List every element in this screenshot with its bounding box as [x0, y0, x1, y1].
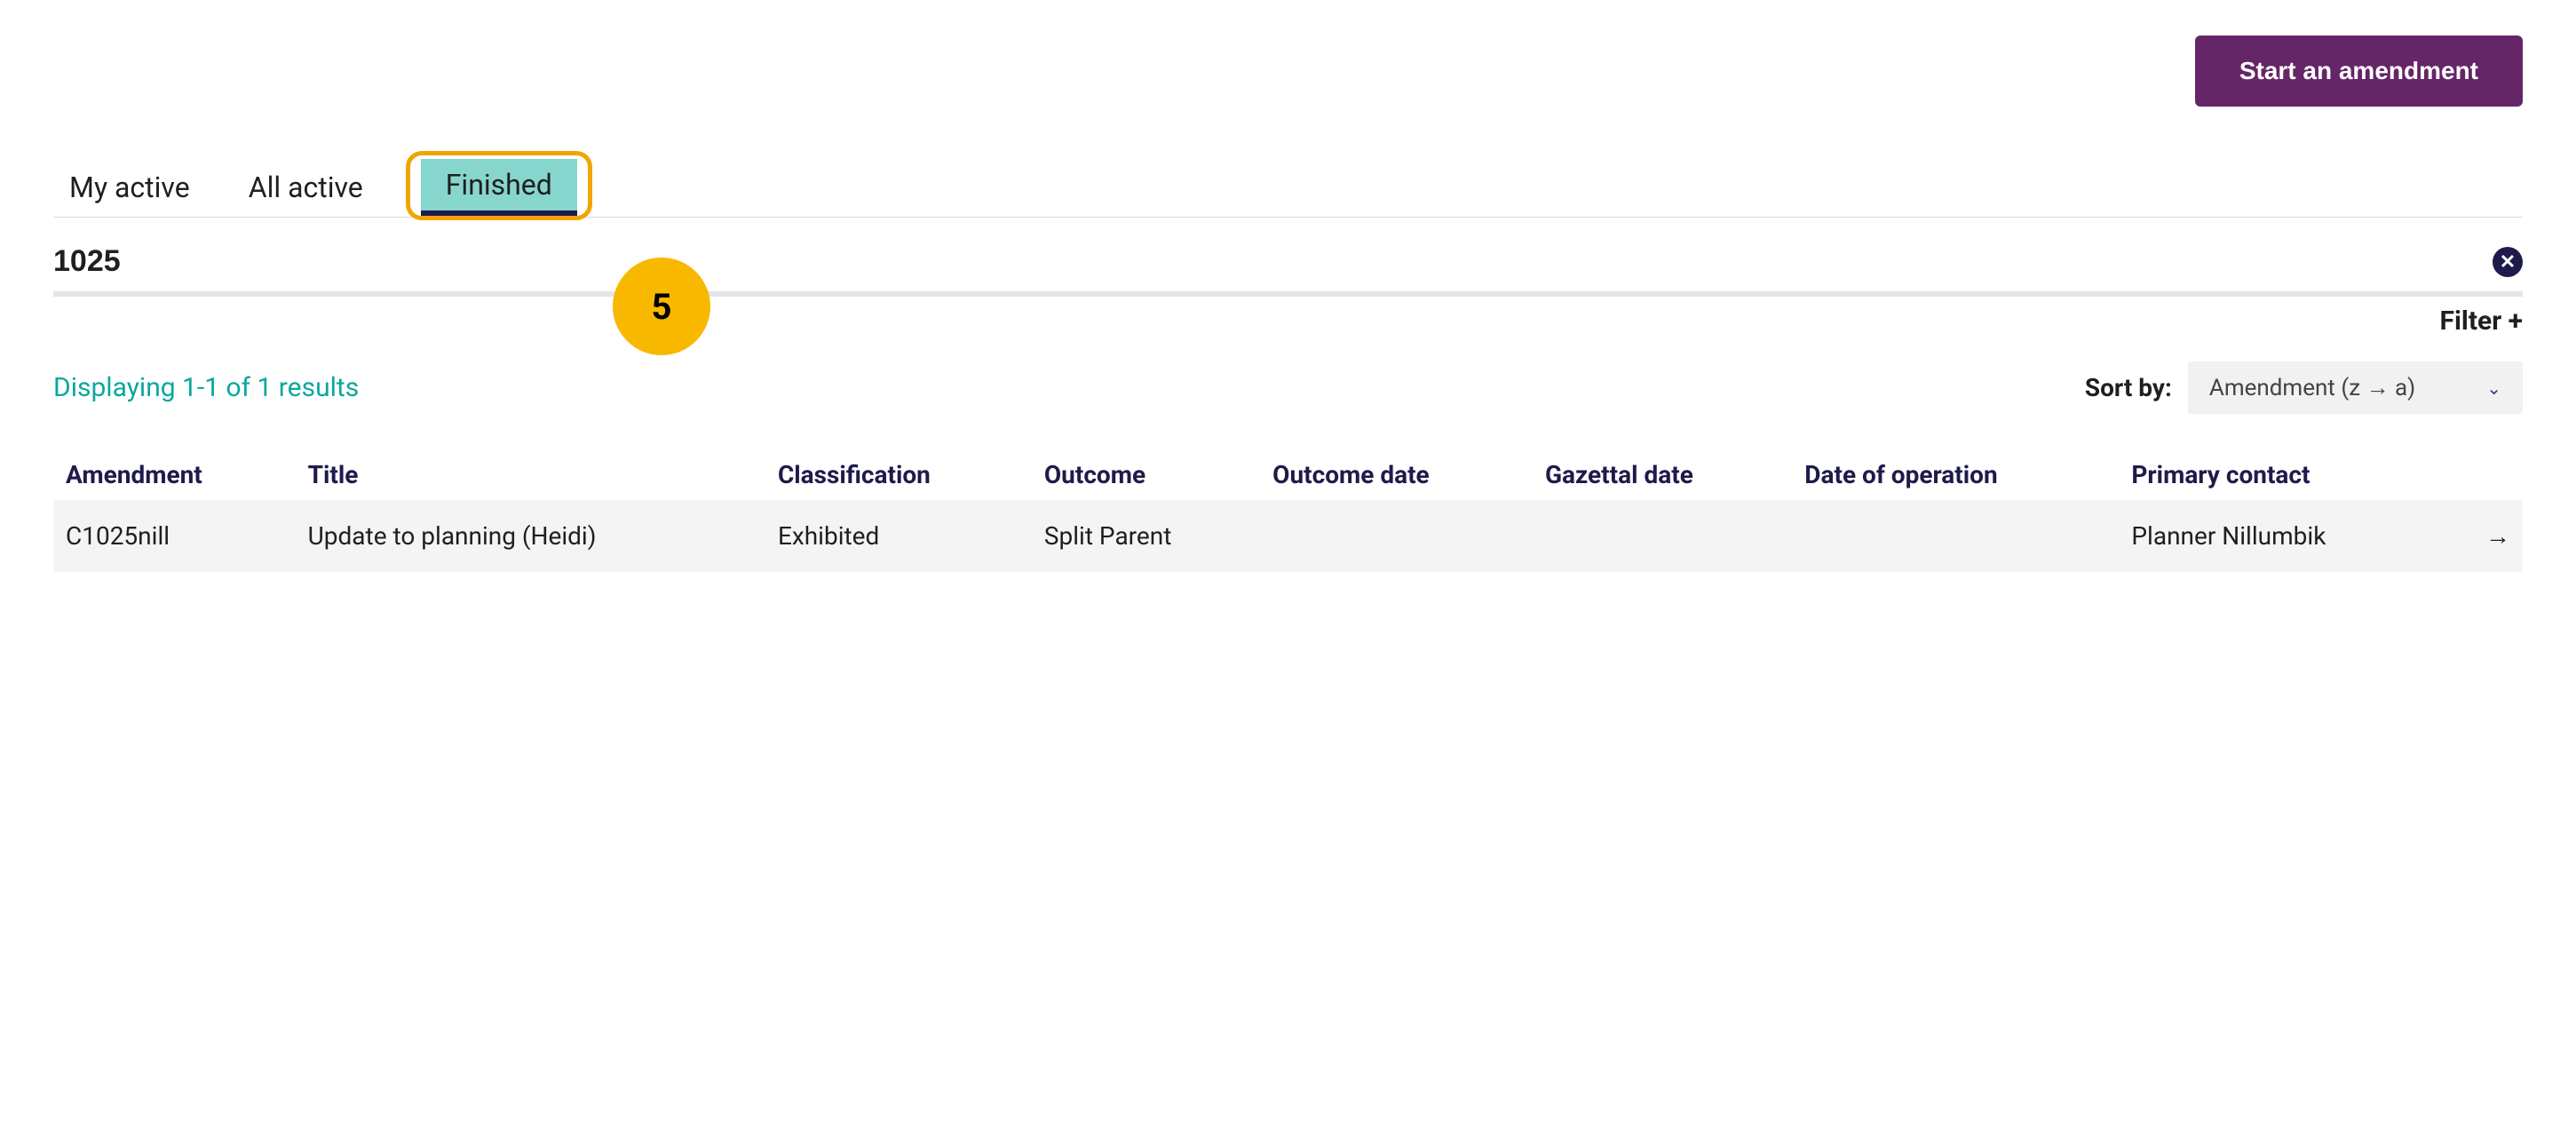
clear-search-button[interactable]: ✕ — [2493, 247, 2523, 277]
annotation-step-number: 5 — [652, 286, 672, 328]
top-action-bar: Start an amendment — [53, 36, 2523, 107]
filter-toggle[interactable]: Filter + — [2440, 306, 2524, 337]
col-outcome-date: Outcome date — [1260, 449, 1533, 500]
cell-gazettal-date — [1533, 500, 1792, 572]
search-input[interactable] — [53, 244, 2493, 279]
annotation-step-badge: 5 — [613, 258, 710, 355]
col-primary-contact: Primary contact — [2119, 449, 2448, 500]
col-action — [2448, 449, 2523, 500]
search-row: ✕ — [53, 235, 2523, 297]
col-gazettal-date: Gazettal date — [1533, 449, 1792, 500]
start-amendment-button[interactable]: Start an amendment — [2195, 36, 2523, 107]
sort-selected-value: Amendment (z → a) — [2209, 374, 2415, 401]
sort-group: Sort by: Amendment (z → a) ⌄ — [2085, 361, 2523, 414]
cell-primary-contact: Planner Nillumbik — [2119, 500, 2448, 572]
chevron-down-icon: ⌄ — [2486, 377, 2501, 399]
cell-date-of-operation — [1792, 500, 2119, 572]
col-classification: Classification — [765, 449, 1032, 500]
sort-label: Sort by: — [2085, 373, 2172, 402]
filter-row: Filter + — [53, 306, 2523, 337]
table-row[interactable]: C1025nill Update to planning (Heidi) Exh… — [53, 500, 2523, 572]
col-amendment: Amendment — [53, 449, 296, 500]
cell-outcome-date — [1260, 500, 1533, 572]
results-summary: Displaying 1-1 of 1 results — [53, 372, 359, 403]
tabs: My active All active Finished — [53, 151, 2523, 218]
tab-all-active[interactable]: All active — [233, 162, 379, 217]
tab-my-active[interactable]: My active — [53, 162, 206, 217]
cell-outcome: Split Parent — [1032, 500, 1260, 572]
arrow-right-icon: → — [2485, 521, 2510, 551]
results-sort-row: Displaying 1-1 of 1 results Sort by: Ame… — [53, 361, 2523, 414]
col-title: Title — [296, 449, 765, 500]
col-date-of-operation: Date of operation — [1792, 449, 2119, 500]
cell-title: Update to planning (Heidi) — [296, 500, 765, 572]
results-table: Amendment Title Classification Outcome O… — [53, 449, 2523, 572]
table-header-row: Amendment Title Classification Outcome O… — [53, 449, 2523, 500]
cell-amendment: C1025nill — [53, 500, 296, 572]
open-row-button[interactable]: → — [2448, 500, 2523, 572]
tab-finished[interactable]: Finished — [421, 159, 577, 216]
col-outcome: Outcome — [1032, 449, 1260, 500]
cell-classification: Exhibited — [765, 500, 1032, 572]
sort-select[interactable]: Amendment (z → a) ⌄ — [2188, 361, 2523, 414]
close-icon: ✕ — [2500, 250, 2516, 274]
page-container: 5 Start an amendment My active All activ… — [53, 36, 2523, 572]
annotation-highlight: Finished — [406, 151, 592, 220]
